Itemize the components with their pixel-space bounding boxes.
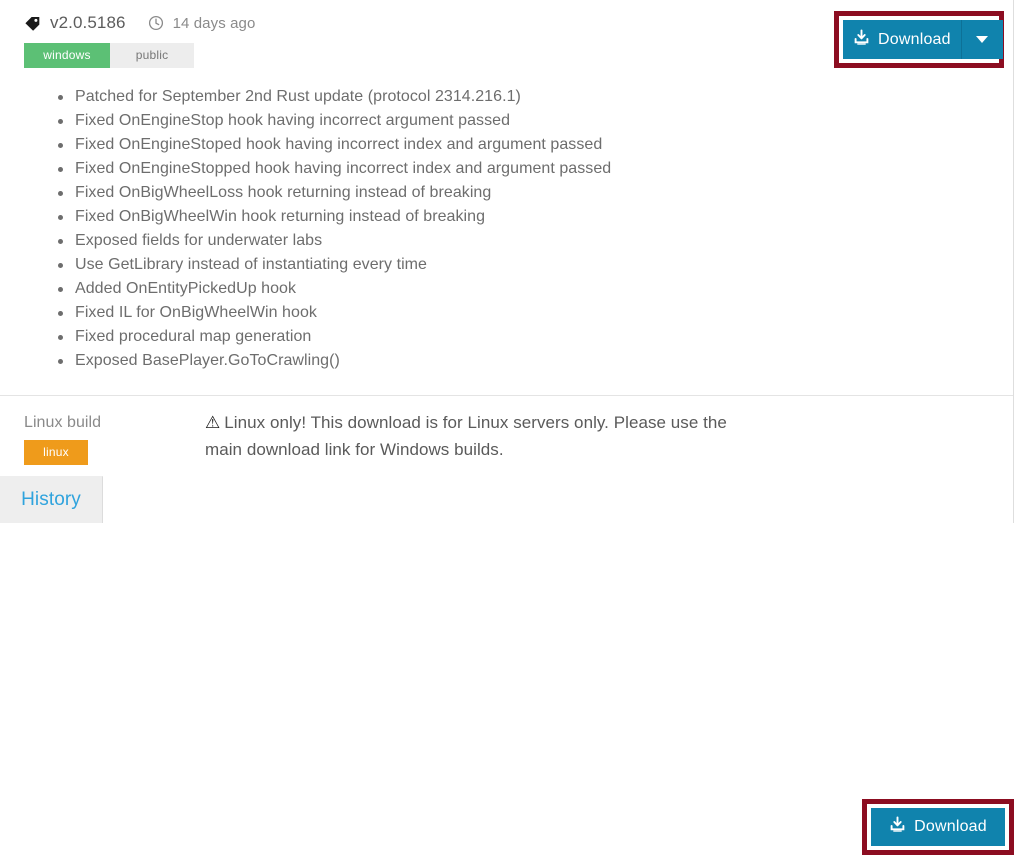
linux-build-section: Linux build linux ⚠︎ Linux only! This dow… (0, 396, 1014, 855)
bottom-tabbar: History (0, 476, 1013, 523)
download-icon (853, 28, 870, 51)
list-item: Fixed OnEngineStopped hook having incorr… (0, 157, 1013, 181)
linux-download-highlight: Download (862, 799, 1014, 855)
list-item: Added OnEntityPickedUp hook (0, 277, 1013, 301)
release-version: v2.0.5186 (50, 13, 126, 32)
linux-warning-text: Linux only! This download is for Linux s… (205, 413, 727, 459)
list-item: Patched for September 2nd Rust update (p… (0, 85, 1013, 109)
status-badge-public: public (110, 43, 194, 68)
changelog-section: Patched for September 2nd Rust update (p… (0, 78, 1013, 395)
primary-download-highlight: Download (834, 11, 1004, 68)
list-item: Fixed OnBigWheelWin hook returning inste… (0, 205, 1013, 229)
download-icon (889, 816, 906, 838)
release-meta: v2.0.5186 14 days ago (24, 13, 255, 33)
list-item: Fixed IL for OnBigWheelWin hook (0, 301, 1013, 325)
list-item: Fixed procedural map generation (0, 325, 1013, 349)
tab-history-label: History (21, 489, 81, 510)
release-header: v2.0.5186 14 days ago windows public Dow… (0, 0, 1013, 78)
list-item: Use GetLibrary instead of instantiating … (0, 253, 1013, 277)
tab-history[interactable]: History (0, 476, 103, 523)
linux-warning-message: ⚠︎ Linux only! This download is for Linux… (205, 409, 745, 463)
tag-icon (24, 15, 41, 32)
list-item: Fixed OnBigWheelLoss hook returning inst… (0, 181, 1013, 205)
warning-triangle-icon: ⚠︎ (205, 413, 221, 432)
linux-download-button[interactable]: Download (871, 808, 1005, 846)
page-right-divider (1013, 0, 1014, 523)
status-badge-linux: linux (24, 440, 88, 465)
list-item: Fixed OnEngineStoped hook having incorre… (0, 133, 1013, 157)
changelog-list: Patched for September 2nd Rust update (p… (0, 85, 1013, 373)
linux-download-button-group: Download (871, 808, 1005, 846)
linux-download-button-label: Download (914, 818, 987, 835)
clock-icon (148, 15, 164, 31)
download-dropdown-toggle[interactable] (960, 20, 1003, 59)
list-item: Exposed BasePlayer.GoToCrawling() (0, 349, 1013, 373)
download-button-group: Download (843, 20, 1003, 59)
release-age: 14 days ago (172, 14, 256, 32)
release-badges: windows public (24, 43, 194, 68)
download-button[interactable]: Download (843, 20, 961, 59)
list-item: Fixed OnEngineStop hook having incorrect… (0, 109, 1013, 133)
caret-down-icon (976, 36, 989, 43)
status-badge-windows: windows (24, 43, 110, 68)
linux-build-title: Linux build (24, 414, 102, 431)
list-item: Exposed fields for underwater labs (0, 229, 1013, 253)
download-button-label: Download (878, 30, 951, 48)
